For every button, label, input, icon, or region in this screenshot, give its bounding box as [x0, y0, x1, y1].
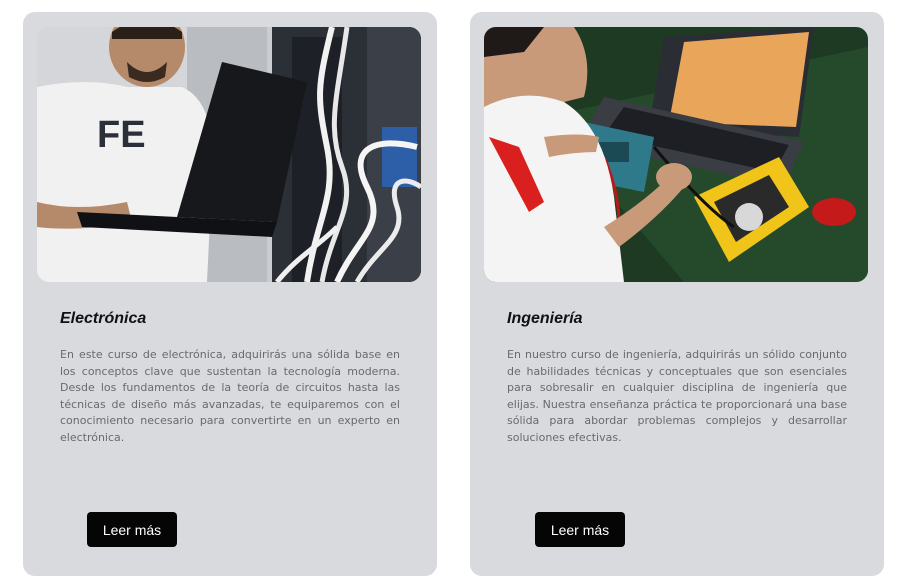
circuit-testing-image: [484, 27, 868, 282]
course-image-ingenieria: [484, 27, 868, 282]
read-more-button[interactable]: Leer más: [535, 512, 625, 547]
course-card-electronica: FE Electrónica En este curso de electrón…: [23, 12, 437, 576]
course-card-ingenieria: Ingeniería En nuestro curso de ingenierí…: [470, 12, 884, 576]
course-cards: FE Electrónica En este curso de electrón…: [0, 0, 900, 587]
course-description: En nuestro curso de ingeniería, adquirir…: [507, 348, 847, 444]
course-title: Electrónica: [60, 310, 147, 327]
course-image-electronica: FE: [37, 27, 421, 282]
technician-laptop-image: FE: [37, 27, 421, 282]
read-more-button[interactable]: Leer más: [87, 512, 177, 547]
course-title: Ingeniería: [507, 310, 583, 327]
course-description: En este curso de electrónica, adquirirás…: [60, 348, 400, 444]
svg-text:FE: FE: [97, 114, 146, 156]
